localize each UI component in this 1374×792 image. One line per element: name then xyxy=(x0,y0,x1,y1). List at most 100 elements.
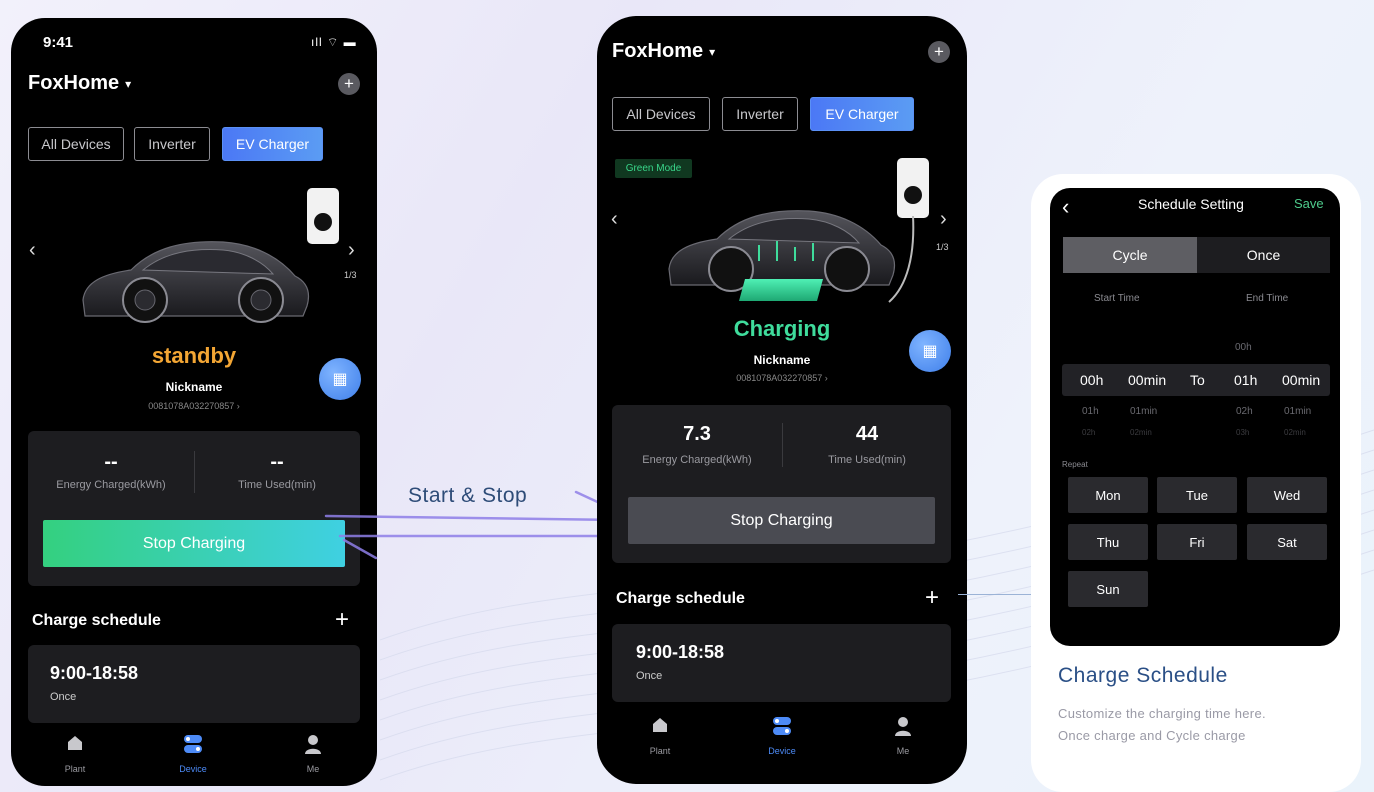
add-device-button[interactable]: + xyxy=(928,41,950,63)
start-minute-next2: 02min xyxy=(1130,428,1152,437)
charger-status: standby xyxy=(151,343,237,368)
charging-stats-panel: 7.3 Energy Charged(kWh) 44 Time Used(min… xyxy=(612,405,951,563)
me-icon xyxy=(895,717,911,736)
annotation-arrows xyxy=(324,490,634,560)
schedule-setting-screen: ‹ Schedule Setting Save Cycle Once Start… xyxy=(1050,188,1340,646)
nav-plant[interactable]: Plant xyxy=(630,716,690,756)
charger-serial[interactable]: 0081078A032270857 › xyxy=(11,401,377,411)
phone-screen-charging: FoxHome ▾ + All Devices Inverter EV Char… xyxy=(597,16,967,784)
segment-once[interactable]: Once xyxy=(1197,237,1330,273)
nav-label-me: Me xyxy=(896,746,910,756)
status-time: 9:41 xyxy=(43,34,74,51)
charger-serial[interactable]: 0081078A032270857 › xyxy=(597,373,967,383)
day-wed[interactable]: Wed xyxy=(1247,477,1327,513)
end-minute-next: 01min xyxy=(1284,406,1312,417)
carousel-page-indicator: 1/3 xyxy=(936,242,949,252)
charge-schedule-title: Charge schedule xyxy=(616,590,745,607)
time-label: Time Used(min) xyxy=(828,454,906,466)
tab-ev-charger[interactable]: EV Charger xyxy=(222,127,323,161)
caret-down-icon: ▾ xyxy=(125,76,132,91)
nav-label-device: Device xyxy=(768,746,796,756)
tab-inverter[interactable]: Inverter xyxy=(134,127,210,161)
end-minute[interactable]: 00min xyxy=(1282,372,1320,388)
end-hour[interactable]: 01h xyxy=(1234,372,1257,388)
charging-stats-panel: -- Energy Charged(kWh) -- Time Used(min)… xyxy=(28,431,360,586)
energy-label: Energy Charged(kWh) xyxy=(56,479,166,491)
charge-schedule-desc-2: Once charge and Cycle charge xyxy=(1058,728,1246,743)
schedule-type: Once xyxy=(50,691,77,703)
add-device-button[interactable]: + xyxy=(338,73,360,95)
carousel-page-indicator: 1/3 xyxy=(344,270,357,280)
day-sun[interactable]: Sun xyxy=(1068,571,1148,607)
carousel-next-icon[interactable]: › xyxy=(940,208,947,231)
nav-me[interactable]: Me xyxy=(283,734,343,774)
carousel-next-icon[interactable]: › xyxy=(348,239,355,262)
home-selector[interactable]: FoxHome ▾ xyxy=(28,72,131,95)
end-minute-next2: 02min xyxy=(1284,428,1306,437)
day-tue[interactable]: Tue xyxy=(1157,477,1237,513)
schedule-setting-title: Schedule Setting xyxy=(1138,196,1244,212)
repeat-label: Repeat xyxy=(1062,460,1088,469)
charge-schedule-heading: Charge Schedule xyxy=(1058,664,1228,687)
stop-charging-button[interactable]: Stop Charging xyxy=(628,497,935,544)
home-title: FoxHome xyxy=(612,40,704,62)
nav-label-device: Device xyxy=(179,764,207,774)
car-illustration xyxy=(668,210,896,301)
tab-ev-charger[interactable]: EV Charger xyxy=(810,97,914,131)
nav-label-plant: Plant xyxy=(64,764,86,774)
schedule-time: 9:00-18:58 xyxy=(50,663,139,683)
end-hour-above: 00h xyxy=(1235,342,1252,353)
nav-plant[interactable]: Plant xyxy=(45,734,105,774)
tab-all-devices[interactable]: All Devices xyxy=(28,127,124,161)
carousel-prev-icon[interactable]: ‹ xyxy=(611,208,618,231)
charger-status: Charging xyxy=(733,316,831,341)
device-icon xyxy=(773,717,791,735)
green-mode-badge: Green Mode xyxy=(615,159,692,178)
schedule-card[interactable]: 9:00-18:58 Once xyxy=(28,645,360,723)
plant-icon xyxy=(68,736,82,750)
day-thu[interactable]: Thu xyxy=(1068,524,1148,560)
tab-inverter[interactable]: Inverter xyxy=(722,97,798,131)
home-selector[interactable]: FoxHome ▾ xyxy=(612,40,715,63)
segment-cycle[interactable]: Cycle xyxy=(1063,237,1197,273)
status-icons: ıll ⌔ ▬ xyxy=(311,35,357,49)
plant-icon xyxy=(653,718,667,732)
wall-charger-icon xyxy=(307,188,339,244)
save-button[interactable]: Save xyxy=(1294,196,1324,211)
energy-label: Energy Charged(kWh) xyxy=(642,454,752,466)
nav-device[interactable]: Device xyxy=(752,716,812,756)
charge-schedule-desc-1: Customize the charging time here. xyxy=(1058,706,1266,721)
device-icon xyxy=(184,735,202,753)
charging-cable xyxy=(888,216,915,303)
nav-label-plant: Plant xyxy=(649,746,671,756)
start-hour[interactable]: 00h xyxy=(1080,372,1103,388)
add-schedule-button[interactable]: + xyxy=(335,608,349,632)
start-hour-next: 01h xyxy=(1082,406,1099,417)
time-value: -- xyxy=(270,451,284,473)
tab-all-devices[interactable]: All Devices xyxy=(612,97,710,131)
day-sat[interactable]: Sat xyxy=(1247,524,1327,560)
add-schedule-button[interactable]: + xyxy=(925,586,939,610)
schedule-type: Once xyxy=(636,670,663,682)
wall-charger-icon xyxy=(897,158,929,218)
grid-menu-button[interactable]: ▦ xyxy=(319,358,361,400)
back-icon[interactable]: ‹ xyxy=(1062,194,1069,220)
day-mon[interactable]: Mon xyxy=(1068,477,1148,513)
car-illustration xyxy=(82,241,310,323)
schedule-card[interactable]: 9:00-18:58 Once xyxy=(612,624,951,702)
start-hour-next2: 02h xyxy=(1082,428,1096,437)
end-hour-next2: 03h xyxy=(1236,428,1250,437)
start-time-label: Start Time xyxy=(1094,293,1140,304)
nav-me[interactable]: Me xyxy=(873,716,933,756)
stop-charging-button[interactable]: Stop Charging xyxy=(43,520,345,567)
schedule-time: 9:00-18:58 xyxy=(636,642,725,662)
to-label: To xyxy=(1190,372,1205,388)
start-minute[interactable]: 00min xyxy=(1128,372,1166,388)
grid-menu-button[interactable]: ▦ xyxy=(909,330,951,372)
nav-label-me: Me xyxy=(306,764,320,774)
charge-schedule-title: Charge schedule xyxy=(32,612,161,629)
home-title: FoxHome xyxy=(28,72,120,94)
carousel-prev-icon[interactable]: ‹ xyxy=(29,239,36,262)
nav-device[interactable]: Device xyxy=(163,734,223,774)
day-fri[interactable]: Fri xyxy=(1157,524,1237,560)
